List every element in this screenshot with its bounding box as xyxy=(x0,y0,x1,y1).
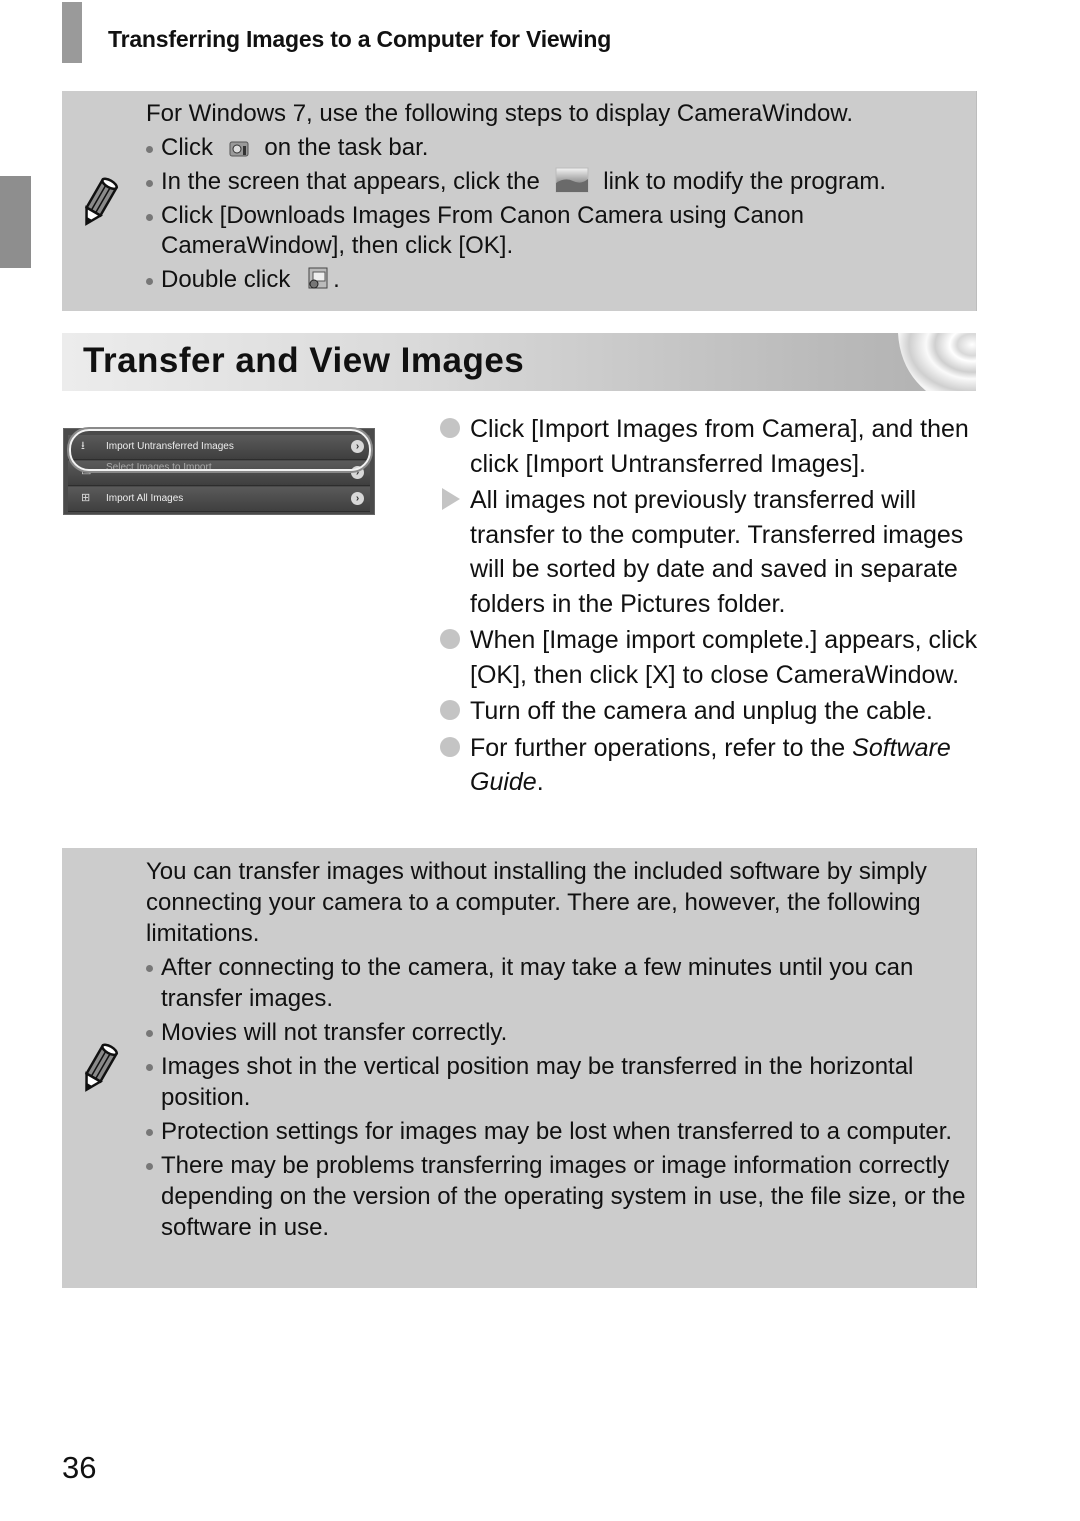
note-text: You can transfer images without installi… xyxy=(146,856,966,1243)
step-text: Click [Import Images from Camera], and t… xyxy=(470,415,969,478)
camera-taskbar-icon xyxy=(229,141,249,157)
step-result: All images not previously transferred wi… xyxy=(438,483,983,621)
camerawindow-screenshot: ⭳ Import Untransferred Images › ▭ Select… xyxy=(63,428,375,515)
note-item: There may be problems transferring image… xyxy=(146,1150,966,1243)
note-item-text: Double click xyxy=(161,266,291,293)
note-list: Click on the task bar. In the screen tha… xyxy=(146,133,966,295)
pencil-icon xyxy=(84,1043,119,1092)
note-item: Protection settings for images may be lo… xyxy=(146,1116,966,1147)
section-header-band: Transfer and View Images xyxy=(62,333,976,391)
import-all-icon: ⊞ xyxy=(81,492,91,504)
note-box-limitations: You can transfer images without installi… xyxy=(62,848,977,1288)
step-item: For further operations, refer to the Sof… xyxy=(438,731,983,800)
step-text: . xyxy=(536,768,544,796)
note-intro: For Windows 7, use the following steps t… xyxy=(146,100,853,127)
step-bullet-icon xyxy=(440,418,460,438)
note-box-windows7: For Windows 7, use the following steps t… xyxy=(62,91,977,311)
camerawindow-app-icon xyxy=(308,267,328,289)
step-text: All images not previously transferred wi… xyxy=(470,486,964,618)
note-item: After connecting to the camera, it may t… xyxy=(146,952,966,1014)
page-header-title: Transferring Images to a Computer for Vi… xyxy=(108,26,612,52)
chevron-right-icon: › xyxy=(351,492,364,505)
note-item: In the screen that appears, click the li… xyxy=(146,167,966,197)
import-all-row[interactable]: ⊞ Import All Images › xyxy=(68,487,370,512)
change-program-link-icon xyxy=(555,167,589,193)
note-item-text: link to modify the program. xyxy=(603,168,887,195)
highlight-ring xyxy=(69,429,371,471)
section-title: Transfer and View Images xyxy=(83,341,525,380)
note-item-text: on the task bar. xyxy=(264,134,429,161)
step-item: Click [Import Images from Camera], and t… xyxy=(438,412,983,481)
page-number: 36 xyxy=(62,1450,97,1485)
note-list: After connecting to the camera, it may t… xyxy=(146,952,966,1243)
note-text: For Windows 7, use the following steps t… xyxy=(146,99,966,295)
note-item-text: In the screen that appears, click the xyxy=(161,168,540,195)
header-accent-bar xyxy=(62,2,82,63)
step-text: When [Image import complete.] appears, c… xyxy=(470,626,978,689)
procedure-steps: Click [Import Images from Camera], and t… xyxy=(438,412,983,800)
row-label: Import All Images xyxy=(106,493,184,504)
step-text: Turn off the camera and unplug the cable… xyxy=(470,697,933,725)
note-item-text: Click xyxy=(161,134,213,161)
note-item: Click on the task bar. xyxy=(146,133,966,163)
note-item: Movies will not transfer correctly. xyxy=(146,1017,966,1048)
chapter-side-tab xyxy=(0,176,31,268)
note-intro: You can transfer images without installi… xyxy=(146,858,927,947)
pencil-icon xyxy=(84,177,119,226)
note-item: Images shot in the vertical position may… xyxy=(146,1051,966,1113)
step-bullet-icon xyxy=(440,700,460,720)
step-item: When [Image import complete.] appears, c… xyxy=(438,623,983,692)
result-arrow-icon xyxy=(442,488,460,510)
note-item: Double click . xyxy=(146,265,966,295)
note-item: Click [Downloads Images From Canon Camer… xyxy=(146,201,966,261)
decorative-swirl-icon xyxy=(898,333,976,391)
step-item: Turn off the camera and unplug the cable… xyxy=(438,694,983,729)
step-bullet-icon xyxy=(440,629,460,649)
step-bullet-icon xyxy=(440,736,460,757)
note-item-text: . xyxy=(333,266,340,293)
step-text: For further operations, refer to the xyxy=(470,733,846,762)
